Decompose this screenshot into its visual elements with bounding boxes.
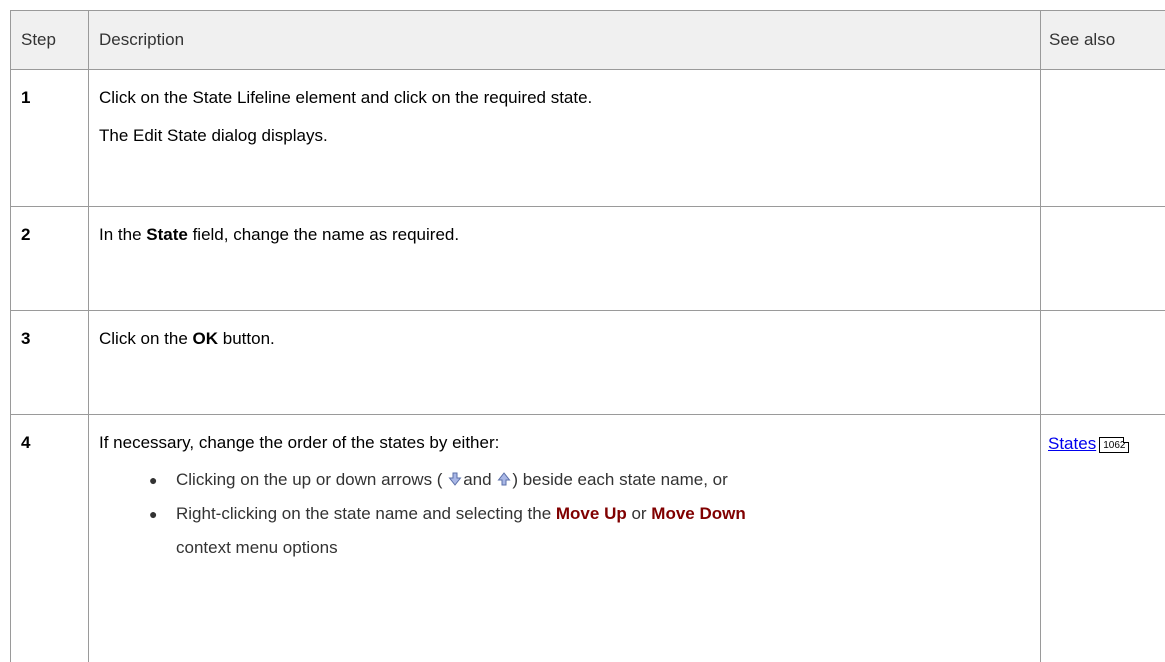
step-number: 4 xyxy=(10,414,89,662)
table-row: 2 In the State field, change the name as… xyxy=(10,206,1165,311)
step-description: In the State field, change the name as r… xyxy=(88,206,1041,311)
menu-option-move-up: Move Up xyxy=(555,504,627,523)
down-arrow-icon xyxy=(448,472,462,486)
help-page: Step Description See also 1 Click on the… xyxy=(0,0,1165,662)
list-item: ● Right-clicking on the state name and s… xyxy=(149,497,1040,565)
step-description: Click on the OK button. xyxy=(88,310,1041,415)
step-description: Click on the State Lifeline element and … xyxy=(88,69,1041,207)
up-arrow-icon xyxy=(497,472,511,486)
step-number: 2 xyxy=(10,206,89,311)
description-line: The Edit State dialog displays. xyxy=(99,126,328,145)
header-step: Step xyxy=(10,10,89,70)
table-row: 1 Click on the State Lifeline element an… xyxy=(10,69,1165,207)
bullet-dot: ● xyxy=(149,472,158,488)
field-name-state: State xyxy=(146,225,188,244)
steps-table: Step Description See also 1 Click on the… xyxy=(10,10,1165,662)
description-line: Click on the State Lifeline element and … xyxy=(99,88,593,107)
button-name-ok: OK xyxy=(192,329,219,348)
see-also-cell xyxy=(1040,310,1165,415)
table-row: 4 If necessary, change the order of the … xyxy=(10,414,1165,662)
list-item: ● Clicking on the up or down arrows ( an… xyxy=(149,463,1040,497)
see-also-cell xyxy=(1040,206,1165,311)
table-row: 3 Click on the OK button. xyxy=(10,310,1165,415)
header-description: Description xyxy=(88,10,1041,70)
states-link[interactable]: States xyxy=(1048,434,1096,453)
header-see-also: See also xyxy=(1040,10,1165,70)
step-number: 3 xyxy=(10,310,89,415)
bullet-dot: ● xyxy=(149,506,158,522)
menu-option-move-down: Move Down xyxy=(651,504,746,523)
description-line: Click on the OK button. xyxy=(99,329,275,348)
see-also-cell xyxy=(1040,69,1165,207)
step-number: 1 xyxy=(10,69,89,207)
table-header-row: Step Description See also xyxy=(10,10,1165,70)
page-reference[interactable]: 1062 xyxy=(1099,437,1130,453)
description-line: If necessary, change the order of the st… xyxy=(99,433,500,452)
option-list: ● Clicking on the up or down arrows ( an… xyxy=(99,463,1040,565)
description-line: In the State field, change the name as r… xyxy=(99,225,460,244)
see-also-cell: States 1062 xyxy=(1040,414,1165,662)
step-description: If necessary, change the order of the st… xyxy=(88,414,1041,662)
